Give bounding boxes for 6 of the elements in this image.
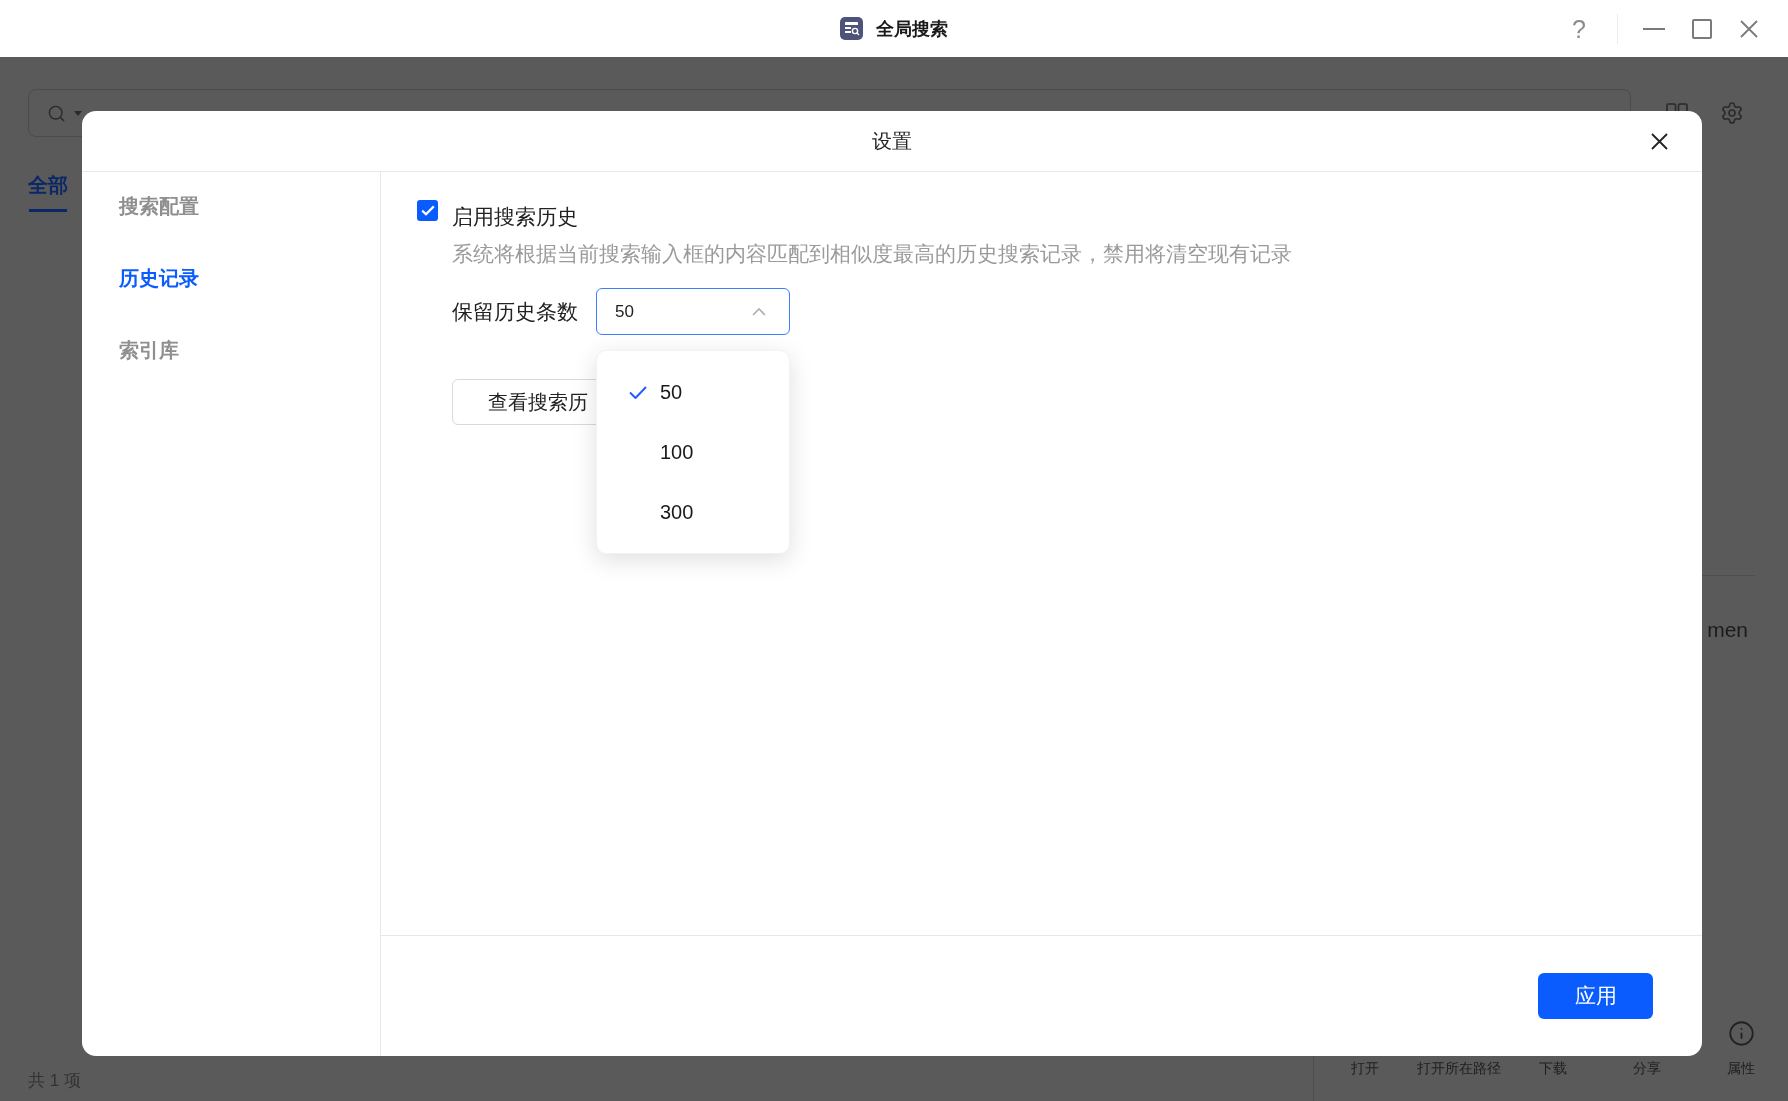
file-name-text: men xyxy=(1707,617,1748,643)
checkbox-label: 启用搜索历史 xyxy=(452,204,578,230)
dialog-title: 设置 xyxy=(872,129,912,154)
window-title: 全局搜索 xyxy=(876,17,948,41)
description-text: 系统将根据当前搜索输入框的内容匹配到相似度最高的历史搜索记录，禁用将清空现有记录 xyxy=(452,241,1292,267)
field-label: 保留历史条数 xyxy=(452,298,578,325)
